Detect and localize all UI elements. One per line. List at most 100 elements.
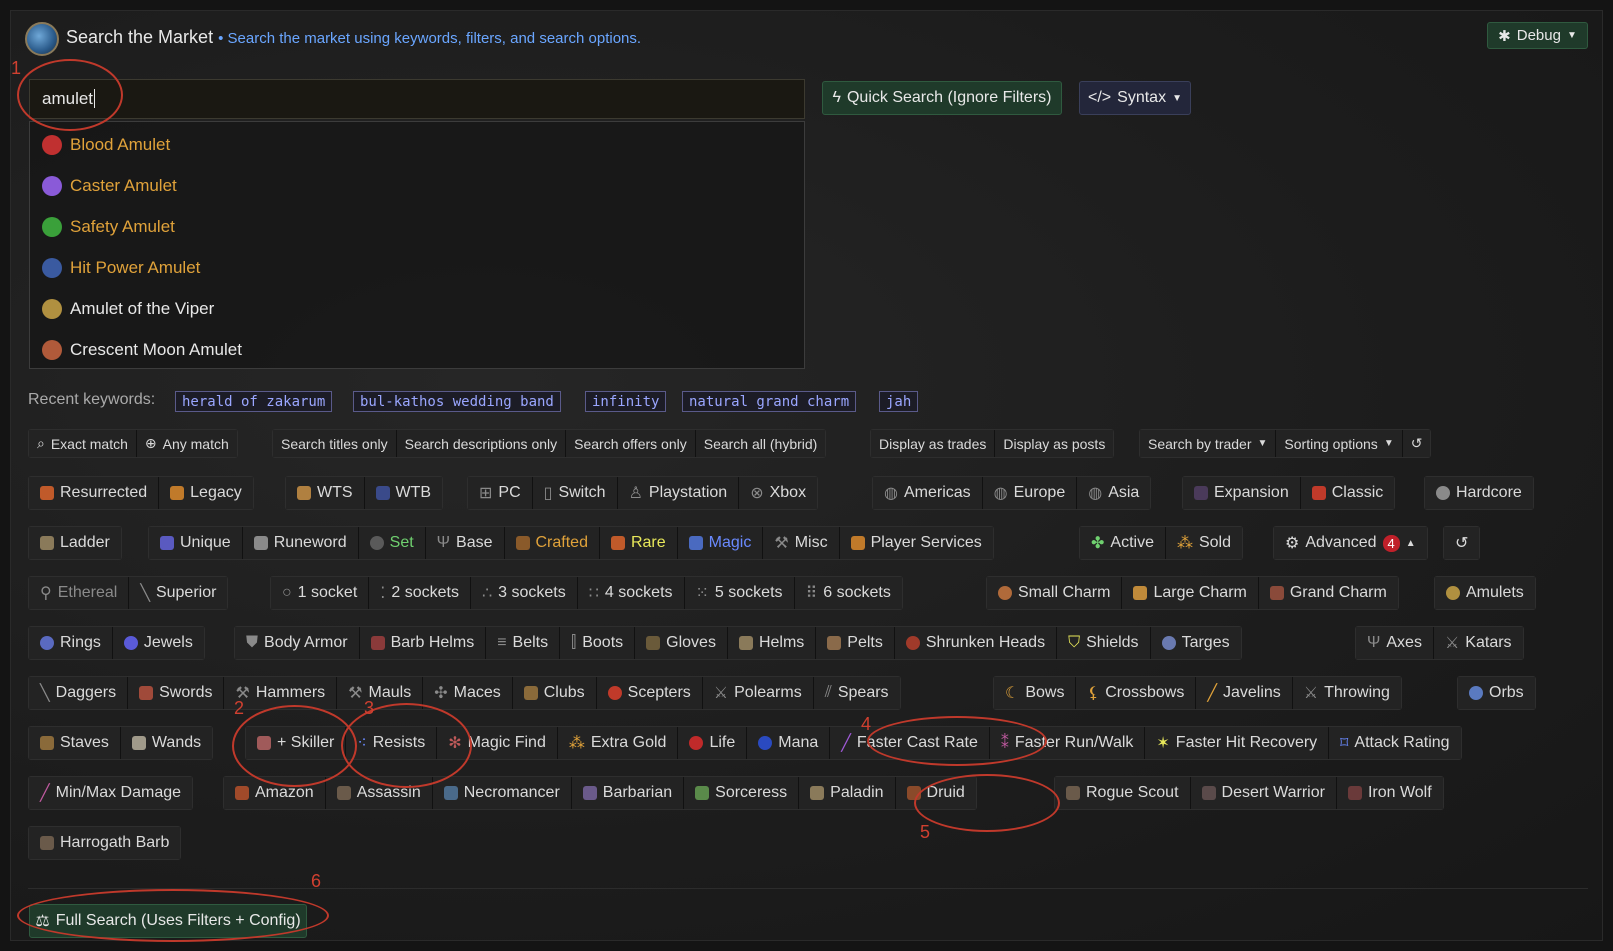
filter-large-charm[interactable]: Large Charm — [1122, 577, 1259, 609]
display-posts-button[interactable]: Display as posts — [995, 430, 1114, 457]
recent-keyword[interactable]: herald of zakarum — [175, 391, 333, 412]
filter-6-sockets[interactable]: ⠿ 6 sockets — [794, 577, 902, 609]
advanced-button[interactable]: ⚙ Advanced 4 ▲ — [1274, 527, 1427, 559]
filter-swords[interactable]: Swords — [128, 677, 225, 709]
filter-attack-rating[interactable]: ⌑ Attack Rating — [1329, 727, 1461, 759]
filter-rare[interactable]: Rare — [599, 527, 678, 559]
filter-set[interactable]: Set — [358, 527, 426, 559]
filter-1-socket[interactable]: ○ 1 socket — [271, 577, 370, 609]
filter-throwing[interactable]: ⚔ Throwing — [1292, 677, 1401, 709]
filter-extra-gold[interactable]: ⁂ Extra Gold — [557, 727, 679, 759]
filter-daggers[interactable]: ╲ Daggers — [29, 677, 129, 709]
filter-amazon[interactable]: Amazon — [224, 777, 326, 809]
filter-amulets[interactable]: Amulets — [1435, 577, 1535, 609]
suggestion-item[interactable]: Blood Amulet — [42, 131, 170, 159]
filter-base[interactable]: Ψ Base — [425, 527, 505, 559]
filter-wands[interactable]: Wands — [120, 727, 213, 759]
filter-rings[interactable]: Rings — [29, 627, 113, 659]
filter-magic-find[interactable]: ✻ Magic Find — [437, 727, 558, 759]
filter-resurrected[interactable]: Resurrected — [29, 477, 160, 509]
filter-xbox[interactable]: ⊗ Xbox — [739, 477, 818, 509]
filter-grand-charm[interactable]: Grand Charm — [1258, 577, 1398, 609]
reset-filters-button[interactable]: ↺ — [1444, 527, 1480, 559]
filter-classic[interactable]: Classic — [1300, 477, 1395, 509]
filter-life[interactable]: Life — [678, 727, 748, 759]
filter-misc[interactable]: ⚒ Misc — [763, 527, 840, 559]
filter-jewels[interactable]: Jewels — [112, 627, 204, 659]
filter-min-max-damage[interactable]: ╱ Min/Max Damage — [29, 777, 193, 809]
filter-ladder[interactable]: Ladder — [29, 527, 121, 559]
filter-playstation[interactable]: ♙ Playstation — [617, 477, 740, 509]
filter-sold[interactable]: ⁂ Sold — [1165, 527, 1243, 559]
filter-pelts[interactable]: Pelts — [816, 627, 895, 659]
suggestion-item[interactable]: Hit Power Amulet — [42, 254, 200, 282]
filter-faster-cast-rate[interactable]: ╱ Faster Cast Rate — [830, 727, 990, 759]
recent-keyword[interactable]: infinity — [585, 391, 667, 412]
filter-faster-hit-recovery[interactable]: ✶ Faster Hit Recovery — [1145, 727, 1330, 759]
filter-legacy[interactable]: Legacy — [159, 477, 253, 509]
filter-runeword[interactable]: Runeword — [242, 527, 359, 559]
filter-hardcore[interactable]: Hardcore — [1425, 477, 1533, 509]
filter-skiller[interactable]: + Skiller — [246, 727, 347, 759]
filter-3-sockets[interactable]: ∴ 3 sockets — [470, 577, 578, 609]
filter-paladin[interactable]: Paladin — [799, 777, 896, 809]
suggestion-item[interactable]: Safety Amulet — [42, 213, 175, 241]
quick-search-button[interactable]: ϟ Quick Search (Ignore Filters) — [822, 81, 1062, 115]
filter-superior[interactable]: ╲ Superior — [129, 577, 228, 609]
filter-assassin[interactable]: Assassin — [325, 777, 433, 809]
filter-magic[interactable]: Magic — [677, 527, 764, 559]
filter-boots[interactable]: ⫿ Boots — [560, 627, 636, 659]
filter-orbs[interactable]: Orbs — [1458, 677, 1535, 709]
any-match-button[interactable]: ⊕ Any match — [136, 430, 237, 457]
filter-player-services[interactable]: Player Services — [839, 527, 993, 559]
filter-switch[interactable]: ▯ Switch — [532, 477, 618, 509]
reset-icon[interactable]: ↺ — [1402, 430, 1431, 457]
scope-offers-button[interactable]: Search offers only — [566, 430, 696, 457]
filter-harrogath-barb[interactable]: Harrogath Barb — [29, 827, 181, 859]
filter-crafted[interactable]: Crafted — [504, 527, 600, 559]
search-input[interactable]: amulet — [29, 79, 805, 119]
filter-body-armor[interactable]: ⛊ Body Armor — [235, 627, 360, 659]
scope-descriptions-button[interactable]: Search descriptions only — [396, 430, 567, 457]
filter-gloves[interactable]: Gloves — [635, 627, 728, 659]
filter-clubs[interactable]: Clubs — [512, 677, 597, 709]
recent-keyword[interactable]: bul-kathos wedding band — [353, 391, 561, 412]
scope-titles-button[interactable]: Search titles only — [273, 430, 397, 457]
suggestion-item[interactable]: Amulet of the Viper — [42, 295, 214, 323]
filter-americas[interactable]: ◍ Americas — [873, 477, 983, 509]
filter-crossbows[interactable]: ⚸ Crossbows — [1076, 677, 1197, 709]
filter-shields[interactable]: ⛉ Shields — [1057, 627, 1151, 659]
filter-sorceress[interactable]: Sorceress — [684, 777, 800, 809]
filter-shrunken-heads[interactable]: Shrunken Heads — [894, 627, 1058, 659]
filter-javelins[interactable]: ╱ Javelins — [1196, 677, 1293, 709]
display-trades-button[interactable]: Display as trades — [871, 430, 996, 457]
filter-necromancer[interactable]: Necromancer — [432, 777, 572, 809]
filter-axes[interactable]: Ψ Axes — [1356, 627, 1434, 659]
filter-asia[interactable]: ◍ Asia — [1077, 477, 1151, 509]
filter-europe[interactable]: ◍ Europe — [982, 477, 1078, 509]
filter-5-sockets[interactable]: ⁙ 5 sockets — [684, 577, 795, 609]
filter-katars[interactable]: ⚔ Katars — [1433, 627, 1523, 659]
filter-iron-wolf[interactable]: Iron Wolf — [1336, 777, 1443, 809]
filter-wtb[interactable]: WTB — [364, 477, 443, 509]
full-search-button[interactable]: ⚖ Full Search (Uses Filters + Config) — [29, 904, 307, 938]
sorting-options-button[interactable]: Sorting options ▼ — [1276, 430, 1403, 457]
filter-small-charm[interactable]: Small Charm — [987, 577, 1123, 609]
filter-belts[interactable]: ≡ Belts — [486, 627, 561, 659]
suggestion-item[interactable]: Crescent Moon Amulet — [42, 336, 242, 364]
recent-keyword[interactable]: jah — [879, 391, 919, 412]
suggestion-item[interactable]: Caster Amulet — [42, 172, 177, 200]
filter-resists[interactable]: ⁖ Resists — [346, 727, 438, 759]
filter-druid[interactable]: Druid — [895, 777, 976, 809]
filter-active[interactable]: ✤ Active — [1080, 527, 1166, 559]
filter-targes[interactable]: Targes — [1150, 627, 1241, 659]
filter-spears[interactable]: ⫽ Spears — [813, 677, 900, 709]
filter-mauls[interactable]: ⚒ Mauls — [337, 677, 424, 709]
filter-wts[interactable]: WTS — [286, 477, 365, 509]
filter-faster-run-walk[interactable]: ⁑ Faster Run/Walk — [989, 727, 1146, 759]
filter-maces[interactable]: ✣ Maces — [423, 677, 513, 709]
filter-barbarian[interactable]: Barbarian — [571, 777, 685, 809]
exact-match-button[interactable]: ⌕ Exact match — [29, 430, 137, 457]
filter-2-sockets[interactable]: ⁚ 2 sockets — [369, 577, 471, 609]
debug-button[interactable]: ✱ Debug ▼ — [1487, 22, 1588, 49]
